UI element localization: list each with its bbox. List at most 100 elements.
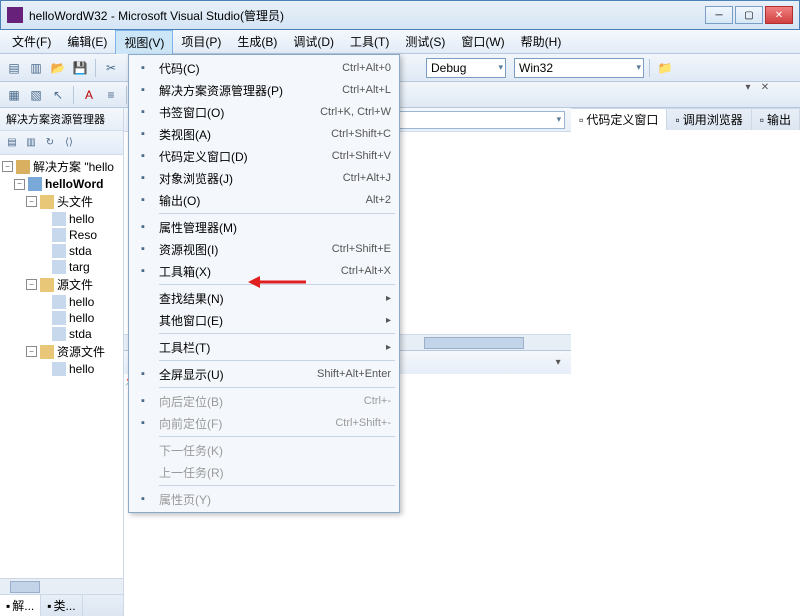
tree-node[interactable]: hello [2,361,121,377]
tab-icon: ▫ [579,113,583,127]
view-menu-dropdown[interactable]: ▪代码(C)Ctrl+Alt+0▪解决方案资源管理器(P)Ctrl+Alt+L▪… [128,54,400,513]
tree-node[interactable]: hello [2,294,121,310]
menu-帮助(H)[interactable]: 帮助(H) [513,30,570,53]
file-icon [28,177,42,191]
view-menu-item[interactable]: ▪资源视图(I)Ctrl+Shift+E [131,238,397,260]
config-dropdown[interactable]: Debug [426,58,506,78]
view-menu-item[interactable]: ▪解决方案资源管理器(P)Ctrl+Alt+L [131,79,397,101]
left-panel-tabs: ▪解...▪类... [0,594,123,616]
new-project-icon[interactable]: ▤ [4,58,24,78]
menu-item-label: 查找结果(N) [159,290,391,307]
menu-视图(V)[interactable]: 视图(V) [115,30,173,54]
view-menu-item[interactable]: ▪工具箱(X)Ctrl+Alt+X [131,260,397,282]
view-menu-item[interactable]: ▪代码定义窗口(D)Ctrl+Shift+V [131,145,397,167]
collapse-icon[interactable]: − [14,179,25,190]
open-icon[interactable]: 📂 [48,58,68,78]
separator [95,59,96,77]
collapse-icon[interactable]: − [26,279,37,290]
close-tab-icon[interactable]: ✕ [758,80,772,94]
file-icon [52,327,66,341]
menu-item-shortcut: Alt+2 [366,194,391,206]
tree-node[interactable]: targ [2,259,121,275]
show-all-icon[interactable]: ▥ [22,134,40,152]
tree-node[interactable]: hello [2,310,121,326]
menu-item-shortcut: Ctrl+Alt+J [343,172,391,184]
save-icon[interactable]: 💾 [70,58,90,78]
file-icon [40,278,54,292]
tree-node[interactable]: stda [2,243,121,259]
properties-icon[interactable]: ▤ [3,134,21,152]
bookmark-icon: ▪ [133,102,153,122]
menu-项目(P)[interactable]: 项目(P) [173,30,229,53]
menu-item-shortcut: Ctrl+Shift+C [331,128,391,140]
dropdown-icon[interactable]: ▾ [551,356,565,370]
horizontal-scrollbar[interactable] [0,578,123,594]
refresh-icon[interactable]: ↻ [41,134,59,152]
menu-文件(F)[interactable]: 文件(F) [4,30,59,53]
menu-测试(S)[interactable]: 测试(S) [397,30,453,53]
view-menu-item[interactable]: ▪属性管理器(M) [131,216,397,238]
view-menu-item[interactable]: 工具栏(T) [131,336,397,358]
tree-node[interactable]: −源文件 [2,275,121,294]
view-menu-item[interactable]: ▪对象浏览器(J)Ctrl+Alt+J [131,167,397,189]
toolbox-icon[interactable]: ▦ [4,85,24,105]
menu-item-label: 向前定位(F) [159,415,335,432]
left-tab[interactable]: ▪类... [41,595,82,616]
tree-node[interactable]: −解决方案 "hello [2,157,121,176]
tree-node[interactable]: −头文件 [2,192,121,211]
tool3-icon[interactable]: ≡ [101,85,121,105]
menu-调试(D)[interactable]: 调试(D) [285,30,342,53]
add-item-icon[interactable]: ▥ [26,58,46,78]
dropdown-icon[interactable]: ▾ [741,80,755,94]
collapse-icon[interactable]: − [26,196,37,207]
tab-icon: ▪ [6,599,10,613]
tree-node[interactable]: −helloWord [2,176,121,192]
view-menu-item[interactable]: ▪全屏显示(U)Shift+Alt+Enter [131,363,397,385]
collapse-icon[interactable]: − [26,346,37,357]
tab-label: 类... [54,597,76,614]
maximize-button[interactable]: ▢ [735,6,763,24]
menu-窗口(W)[interactable]: 窗口(W) [453,30,512,53]
view-menu-item[interactable]: ▪书签窗口(O)Ctrl+K, Ctrl+W [131,101,397,123]
file-icon [52,362,66,376]
menu-生成(B)[interactable]: 生成(B) [229,30,285,53]
scrollbar-thumb[interactable] [424,337,524,349]
close-button[interactable]: ✕ [765,6,793,24]
tree-node[interactable]: Reso [2,227,121,243]
cut-icon[interactable]: ✂ [101,58,121,78]
view-menu-item[interactable]: 查找结果(N) [131,287,397,309]
tree-node[interactable]: stda [2,326,121,342]
blank-icon [133,337,153,357]
pointer-icon[interactable]: ↖ [48,85,68,105]
scrollbar-thumb[interactable] [10,581,40,593]
tree-label: targ [69,260,90,274]
navback-icon: ▪ [133,391,153,411]
menu-item-shortcut: Ctrl+Alt+L [342,84,391,96]
propmgr-icon: ▪ [133,217,153,237]
tree-node[interactable]: hello [2,211,121,227]
text-A-icon[interactable]: A [79,85,99,105]
platform-dropdown[interactable]: Win32 [514,58,644,78]
menu-item-label: 代码(C) [159,60,342,77]
menu-separator [159,360,395,361]
collapse-icon[interactable]: − [2,161,13,172]
view-menu-item[interactable]: ▪代码(C)Ctrl+Alt+0 [131,57,397,79]
menu-编辑(E)[interactable]: 编辑(E) [59,30,115,53]
left-tab[interactable]: ▪解... [0,595,41,616]
bottom-tab[interactable]: ▫输出 [752,109,800,130]
tree-node[interactable]: −资源文件 [2,342,121,361]
tool2-icon[interactable]: ▧ [26,85,46,105]
minimize-button[interactable]: ─ [705,6,733,24]
menu-工具(T)[interactable]: 工具(T) [342,30,397,53]
view-menu-item[interactable]: 其他窗口(E) [131,309,397,331]
solution-tree[interactable]: −解决方案 "hello−helloWord−头文件helloResostdat… [0,155,123,578]
code-icon: ▪ [133,58,153,78]
view-menu-item[interactable]: ▪类视图(A)Ctrl+Shift+C [131,123,397,145]
find-icon[interactable]: 📁 [655,58,675,78]
bottom-tab[interactable]: ▫调用浏览器 [667,109,751,130]
view-menu-item[interactable]: ▪输出(O)Alt+2 [131,189,397,211]
navfw-icon: ▪ [133,413,153,433]
bottom-tab[interactable]: ▫代码定义窗口 [571,109,667,130]
file-icon [52,212,66,226]
view-code-icon[interactable]: ⟨⟩ [60,134,78,152]
